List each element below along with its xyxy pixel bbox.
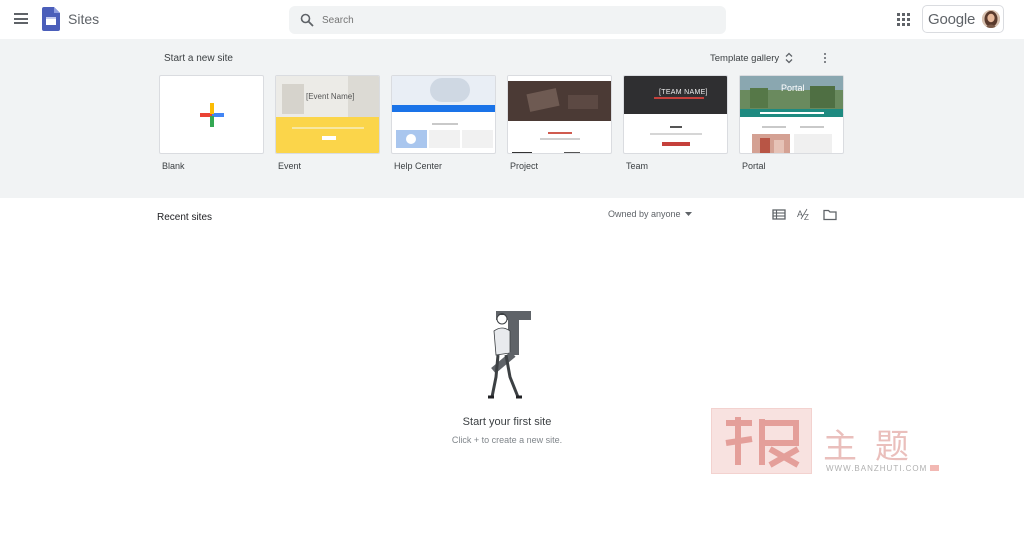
template-label-team: Team (626, 161, 649, 171)
owner-filter-dropdown[interactable]: Owned by anyone (608, 209, 692, 219)
project-hero-image (508, 81, 611, 121)
plus-icon (200, 103, 224, 127)
template-label-event: Event (278, 161, 302, 171)
template-label-portal: Portal (742, 161, 766, 171)
template-portal[interactable]: Portal (739, 75, 844, 154)
start-new-site-title: Start a new site (164, 53, 233, 64)
search-input[interactable] (322, 6, 712, 34)
help-hero-image (392, 76, 495, 105)
template-band: Start a new site Template gallery Blank … (0, 39, 1024, 198)
template-label-help-center: Help Center (394, 161, 443, 171)
template-label-project: Project (510, 161, 539, 171)
empty-state-illustration (488, 311, 531, 399)
search-icon[interactable] (300, 13, 314, 27)
unfold-icon (785, 52, 793, 64)
watermark-badge (930, 465, 939, 471)
template-project[interactable] (507, 75, 612, 154)
avatar[interactable] (982, 10, 1000, 28)
event-thumb-title: [Event Name] (306, 92, 355, 101)
svg-text:Z: Z (804, 213, 809, 221)
list-view-icon[interactable] (772, 208, 786, 221)
template-blank[interactable] (159, 75, 264, 154)
main-menu-icon[interactable] (14, 13, 28, 24)
template-label-blank: Blank (162, 161, 185, 171)
template-event[interactable]: [Event Name] (275, 75, 380, 154)
portal-thumb-title: Portal (781, 83, 805, 93)
caret-down-icon (684, 212, 692, 216)
app-header: Sites Google (0, 0, 1024, 39)
google-wordmark: Google (928, 11, 976, 28)
account-switcher[interactable]: Google (922, 5, 1004, 33)
template-gallery-button[interactable]: Template gallery (710, 48, 793, 68)
sites-logo-icon[interactable] (42, 7, 60, 31)
watermark-chars: 主题 (823, 427, 927, 467)
owner-filter-label: Owned by anyone (608, 209, 681, 219)
event-yellow-band (276, 117, 379, 153)
watermark-url: WWW.BANZHUTI.COM (826, 464, 928, 473)
template-team[interactable]: [TEAM NAME] (623, 75, 728, 154)
app-name[interactable]: Sites (68, 11, 99, 27)
search-bar[interactable] (289, 6, 726, 34)
team-thumb-title: [TEAM NAME] (659, 89, 708, 96)
watermark-stamp (711, 408, 812, 474)
template-gallery-label: Template gallery (710, 52, 780, 64)
recent-sites-title: Recent sites (157, 212, 213, 223)
template-help-center[interactable] (391, 75, 496, 154)
more-options-icon[interactable] (820, 51, 830, 65)
folder-icon[interactable] (823, 208, 837, 221)
apps-grid-icon[interactable] (897, 13, 910, 26)
sort-az-icon[interactable]: A Z (797, 208, 812, 221)
